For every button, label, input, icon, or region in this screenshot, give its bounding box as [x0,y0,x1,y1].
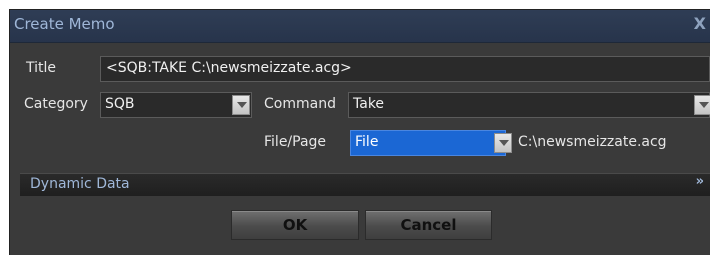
chevron-down-icon [237,102,247,108]
command-select[interactable]: Take [348,92,710,118]
filepage-select[interactable]: File [350,130,506,156]
chevron-down-icon [499,140,509,146]
command-value: Take [353,96,385,112]
category-select[interactable]: SQB [100,92,252,118]
filepage-label: File/Page [264,134,327,150]
create-memo-dialog: Create Memo X Title <SQB:TAKE C:\newsmei… [10,10,710,255]
dynamic-data-header[interactable]: Dynamic Data » [20,173,710,196]
dialog-title: Create Memo [14,15,115,33]
category-label: Category [24,96,88,112]
title-label: Title [26,60,57,76]
dialog-titlebar[interactable]: Create Memo X [10,10,710,43]
category-dropdown-button[interactable] [232,95,250,115]
chevron-down-icon [699,102,709,108]
command-label: Command [264,96,336,112]
filepage-value: File [355,134,379,150]
ok-button[interactable]: OK [231,210,359,240]
file-path-text: C:\newsmeizzate.acg [518,134,667,150]
cancel-button[interactable]: Cancel [365,210,492,240]
command-dropdown-button[interactable] [694,95,710,115]
category-value: SQB [105,96,135,112]
close-icon[interactable]: X [694,14,706,33]
expand-chevron-icon[interactable]: » [696,174,704,189]
filepage-dropdown-button[interactable] [494,133,512,153]
title-input[interactable]: <SQB:TAKE C:\newsmeizzate.acg> [100,56,710,82]
dynamic-data-label: Dynamic Data [30,176,130,192]
